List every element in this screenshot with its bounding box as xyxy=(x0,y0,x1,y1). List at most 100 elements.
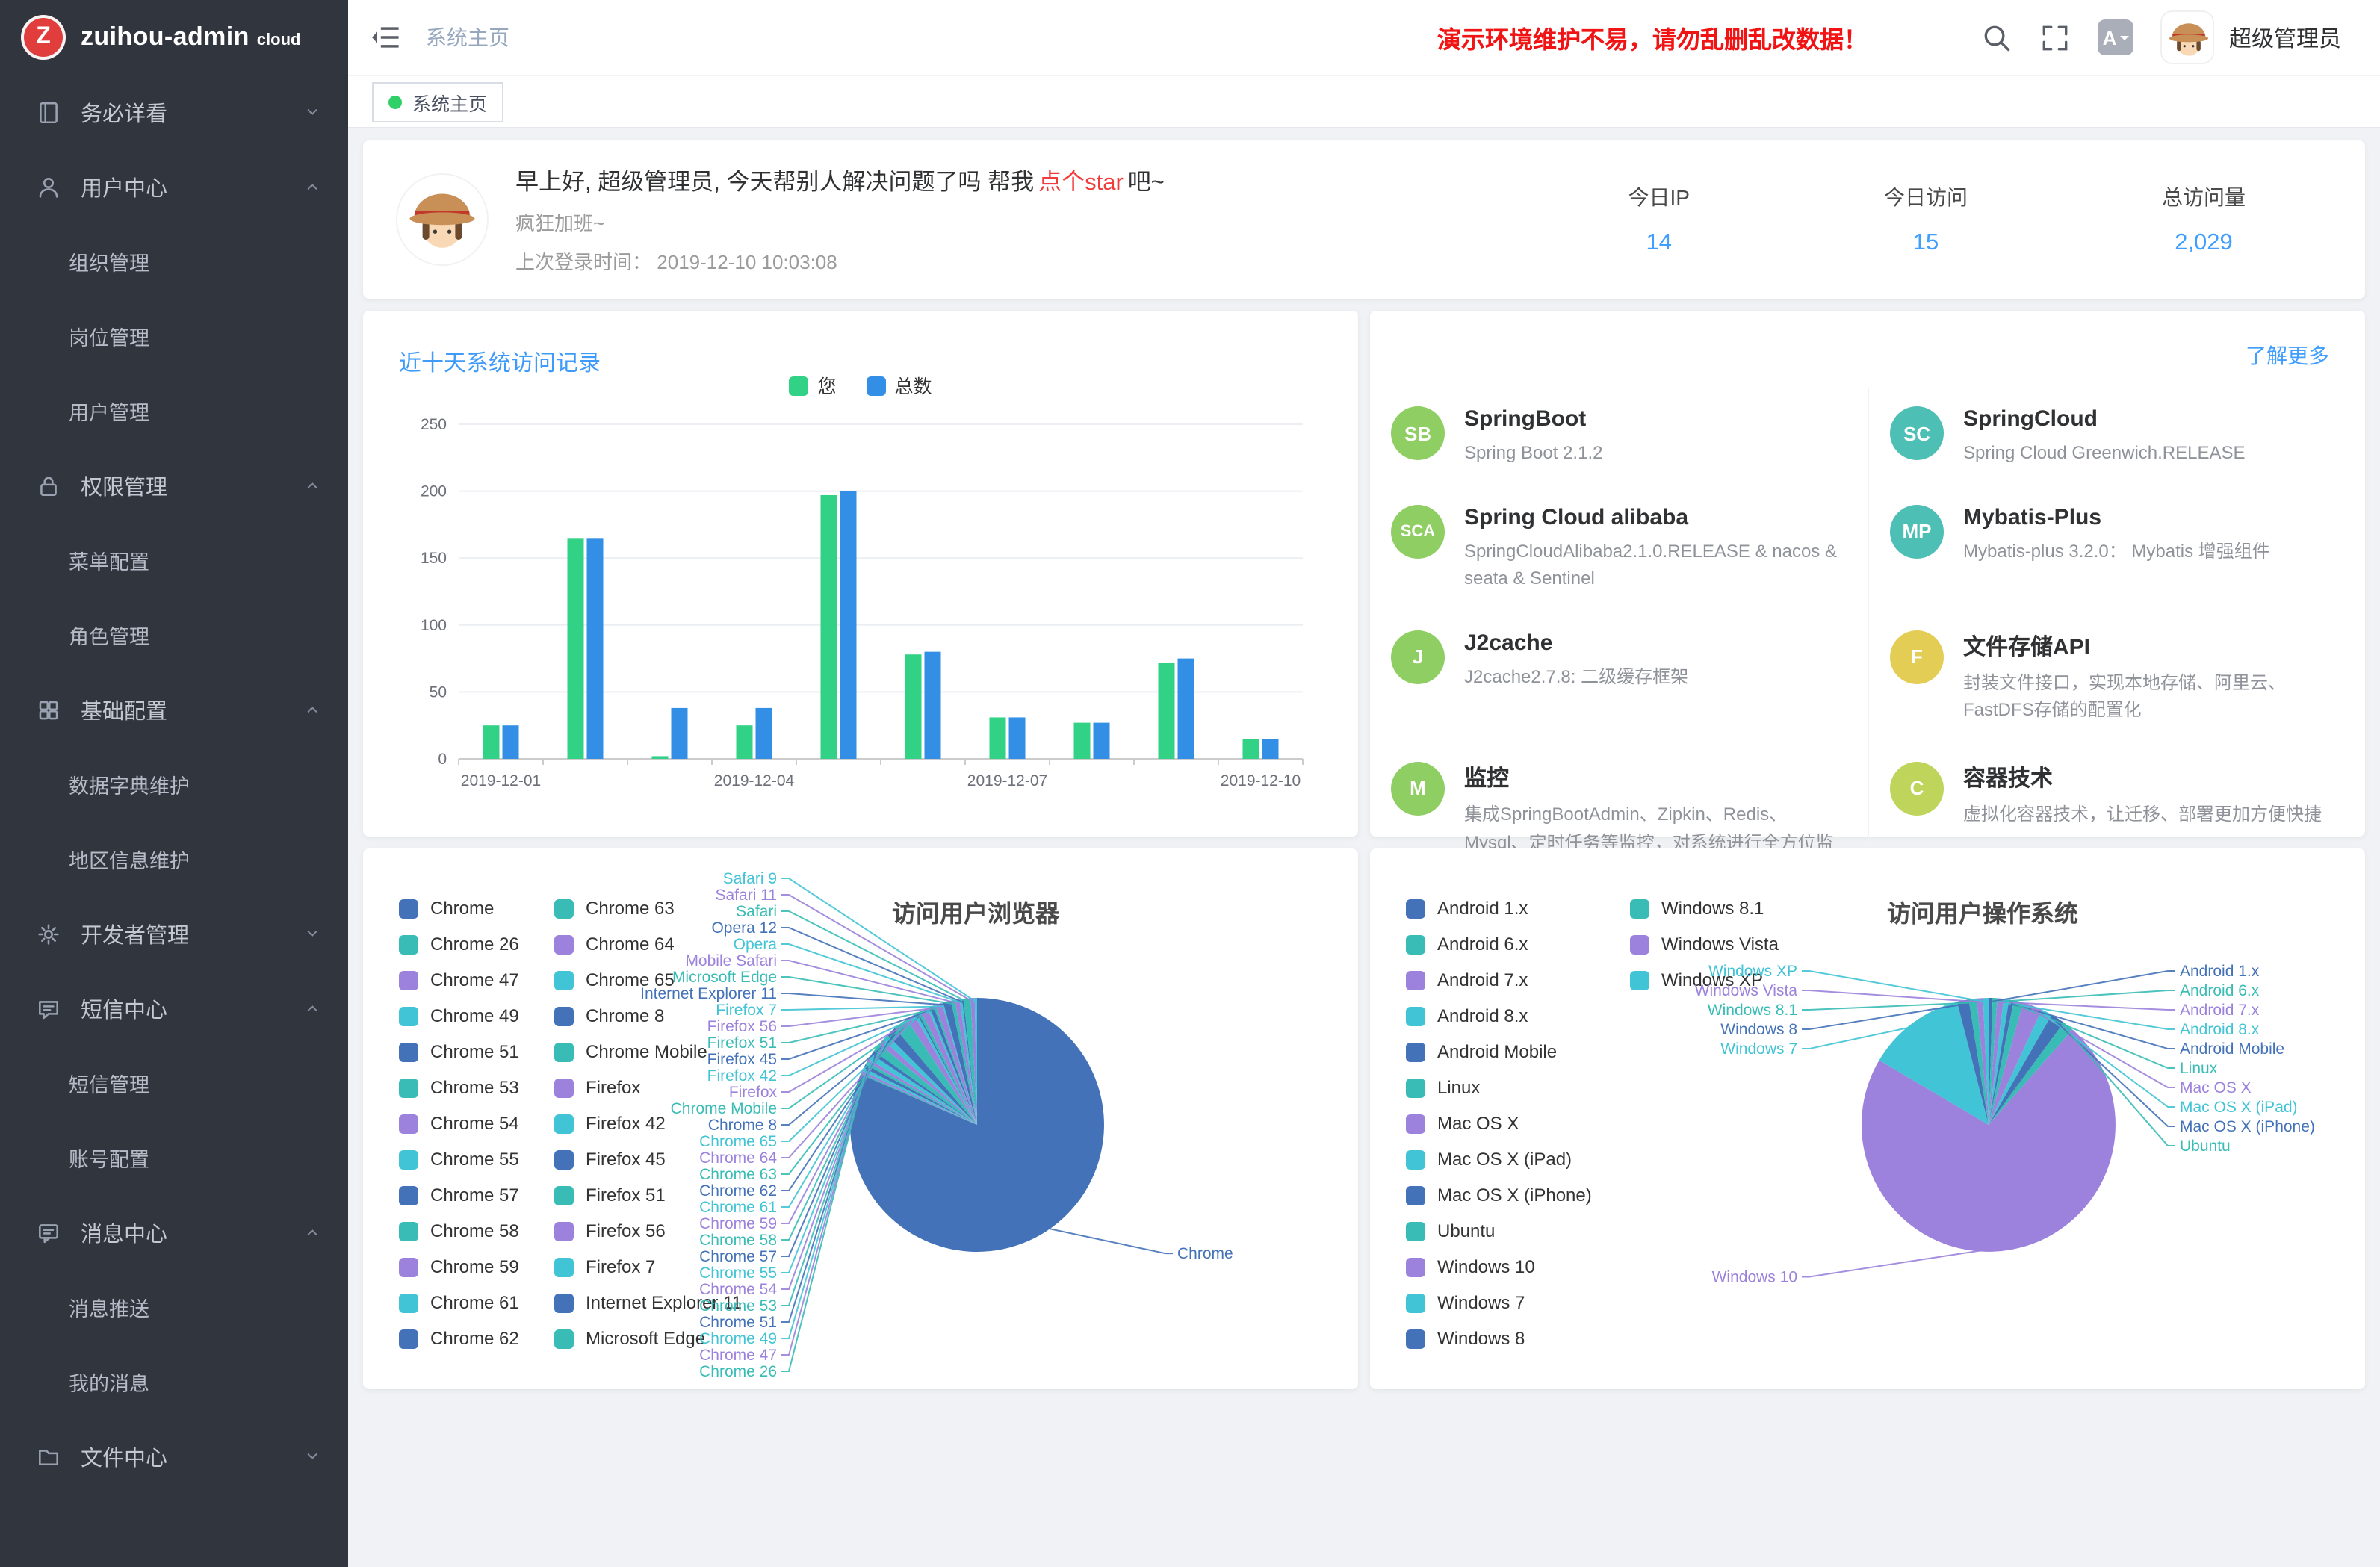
pie-callout-label: Mac OS X (iPad) xyxy=(2180,1099,2298,1116)
app-title: zuihou-admin xyxy=(81,22,250,52)
greeting-avatar xyxy=(396,173,489,266)
tech-badge: MP xyxy=(1890,504,1944,558)
greeting-suffix: 吧~ xyxy=(1128,170,1165,196)
username[interactable]: 超级管理员 xyxy=(2229,22,2341,53)
stat-label: 总访问量 xyxy=(2162,182,2246,212)
sidebar-subitem[interactable]: 菜单配置 xyxy=(0,523,348,598)
pie-callout-label: Windows XP xyxy=(1708,963,1797,980)
logo-icon: Z xyxy=(21,15,66,60)
pie-callout-label: Firefox 7 xyxy=(716,1002,777,1019)
tech-item: J J2cache J2cache2.7.8: 二级缓存框架 xyxy=(1370,612,1868,744)
learn-more-link[interactable]: 了解更多 xyxy=(2246,341,2329,370)
browser-pie-chart[interactable]: Safari 9Safari 11SafariOpera 12OperaMobi… xyxy=(363,848,1358,1389)
svg-text:2019-12-01: 2019-12-01 xyxy=(461,772,541,789)
sidebar-subitem[interactable]: 组织管理 xyxy=(0,224,348,299)
font-size-label: A xyxy=(2103,26,2117,49)
sidebar-item-label: 用户中心 xyxy=(81,171,303,202)
app-root: Z zuihou-admin cloud 务必详看 用户中心 组织管理岗位管理用… xyxy=(0,0,2380,1567)
tab-system-home[interactable]: 系统主页 xyxy=(372,81,503,122)
sidebar-subitem[interactable]: 数据字典维护 xyxy=(0,747,348,822)
pie-callout-label: Chrome xyxy=(1177,1245,1233,1262)
sidebar: Z zuihou-admin cloud 务必详看 用户中心 组织管理岗位管理用… xyxy=(0,0,348,1567)
sidebar-subitem[interactable]: 角色管理 xyxy=(0,598,348,672)
sidebar-item[interactable]: 文件中心 xyxy=(0,1419,348,1494)
sidebar-subitem[interactable]: 岗位管理 xyxy=(0,299,348,373)
bar-您 xyxy=(1159,663,1175,759)
hamburger-icon[interactable] xyxy=(369,21,402,54)
user-icon xyxy=(36,174,61,199)
sidebar-item[interactable]: 开发者管理 xyxy=(0,896,348,971)
tab-label: 系统主页 xyxy=(412,87,487,116)
sidebar-subitem[interactable]: 我的消息 xyxy=(0,1344,348,1419)
pie-callout-label: Chrome 26 xyxy=(699,1363,777,1380)
tech-badge: C xyxy=(1890,762,1944,816)
legend-swatch xyxy=(867,376,886,396)
pie-callout-label: Chrome 58 xyxy=(699,1232,777,1249)
pie-callout-label: Android 6.x xyxy=(2180,982,2260,999)
tech-grid: SB SpringBoot Spring Boot 2.1.2 SC Sprin… xyxy=(1370,388,2365,904)
legend-label: 总数 xyxy=(895,376,932,397)
tech-desc: Mybatis-plus 3.2.0： Mybatis 增强组件 xyxy=(1963,537,2270,565)
app-logo[interactable]: Z zuihou-admin cloud xyxy=(0,0,348,75)
bar-您 xyxy=(821,495,837,759)
pie-callout-label: Chrome 47 xyxy=(699,1347,777,1364)
sidebar-item[interactable]: 权限管理 xyxy=(0,448,348,523)
gear-icon xyxy=(36,921,61,946)
bar-总数 xyxy=(756,708,772,759)
bar-您 xyxy=(568,538,584,759)
pie-callout-label: Chrome 62 xyxy=(699,1182,777,1200)
sidebar-subitem[interactable]: 短信管理 xyxy=(0,1046,348,1120)
legend-item[interactable]: 总数 xyxy=(867,370,932,399)
tech-badge: SB xyxy=(1391,406,1445,460)
bar-总数 xyxy=(840,491,857,759)
search-icon[interactable] xyxy=(1981,22,2012,53)
font-size-button[interactable]: A xyxy=(2098,19,2133,55)
sidebar-subitem-label: 角色管理 xyxy=(69,620,149,650)
chevron-up-icon xyxy=(303,477,321,494)
sidebar-item[interactable]: 用户中心 xyxy=(0,149,348,224)
bar-总数 xyxy=(1262,739,1279,759)
sidebar-item-label: 务必详看 xyxy=(81,96,303,128)
chevron-up-icon xyxy=(303,1223,321,1241)
tech-item: SC SpringCloud Spring Cloud Greenwich.RE… xyxy=(1868,388,2365,486)
sidebar-item[interactable]: 消息中心 xyxy=(0,1195,348,1270)
pie-callout-label: Windows Vista xyxy=(1695,982,1798,999)
pie-callout-label: Chrome 61 xyxy=(699,1199,777,1216)
sidebar-item[interactable]: 短信中心 xyxy=(0,971,348,1046)
breadcrumb[interactable]: 系统主页 xyxy=(426,22,509,52)
svg-text:2019-12-04: 2019-12-04 xyxy=(714,772,795,789)
legend-item[interactable]: 您 xyxy=(789,370,836,399)
sidebar-subitem[interactable]: 消息推送 xyxy=(0,1270,348,1344)
sidebar-subitem[interactable]: 地区信息维护 xyxy=(0,822,348,896)
tech-desc: SpringCloudAlibaba2.1.0.RELEASE & nacos … xyxy=(1464,537,1841,592)
visit-bar-chart[interactable]: 0501001502002502019-12-012019-12-042019-… xyxy=(393,403,1312,810)
tech-badge: M xyxy=(1391,762,1445,816)
last-login-label: 上次登录时间： xyxy=(515,251,651,273)
stat-label: 今日访问 xyxy=(1884,182,1968,212)
pie-callout-label: Android 1.x xyxy=(2180,963,2260,980)
pie-callout-label: Chrome 49 xyxy=(699,1330,777,1347)
fullscreen-icon[interactable] xyxy=(2039,22,2071,53)
pie-callout-label: Android 7.x xyxy=(2180,1002,2260,1019)
chat-icon xyxy=(36,1220,61,1245)
os-pie-chart[interactable]: Windows XPWindows VistaWindows 8.1Window… xyxy=(1370,848,2365,1389)
sidebar-subitem[interactable]: 用户管理 xyxy=(0,373,348,448)
tech-desc: Spring Cloud Greenwich.RELEASE xyxy=(1963,439,2246,467)
bar-您 xyxy=(652,756,669,759)
bar-您 xyxy=(905,654,922,759)
bar-chart-legend: 您 总数 xyxy=(363,370,1358,399)
page-content: 早上好, 超级管理员, 今天帮别人解决问题了吗 帮我点个star吧~ 疯狂加班~… xyxy=(348,128,2380,1567)
tech-desc: Spring Boot 2.1.2 xyxy=(1464,439,1602,467)
sidebar-item[interactable]: 基础配置 xyxy=(0,672,348,747)
star-link[interactable]: 点个star xyxy=(1038,170,1124,196)
user-avatar[interactable] xyxy=(2160,10,2214,64)
sidebar-item[interactable]: 务必详看 xyxy=(0,75,348,149)
bar-总数 xyxy=(1009,717,1026,759)
caret-down-icon xyxy=(2119,36,2128,45)
pie-callout-label: Opera 12 xyxy=(711,919,777,937)
bar-总数 xyxy=(503,725,519,759)
sms-icon xyxy=(36,996,61,1021)
pie-callout-label: Internet Explorer 11 xyxy=(640,985,777,1002)
sidebar-subitem[interactable]: 账号配置 xyxy=(0,1120,348,1195)
sidebar-item-label: 开发者管理 xyxy=(81,918,303,949)
